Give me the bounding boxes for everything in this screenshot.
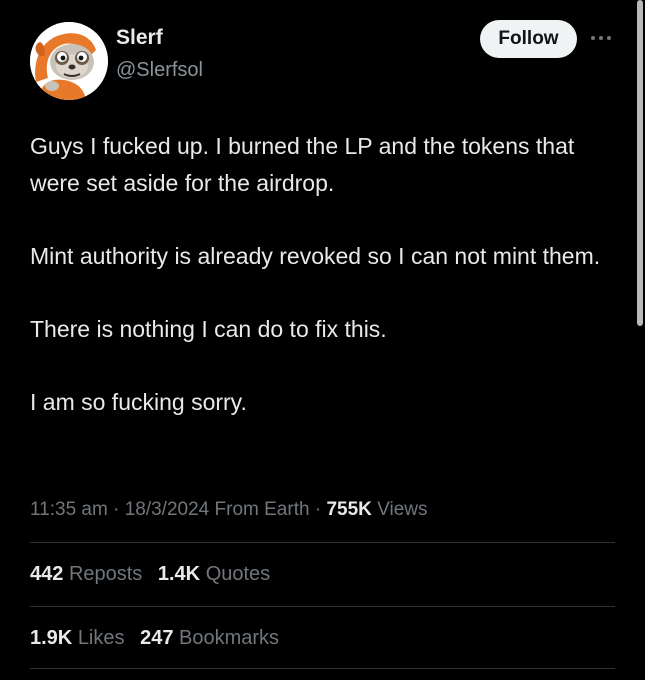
likes-stat[interactable]: 1.9K Likes bbox=[30, 627, 125, 649]
separator: · bbox=[314, 499, 322, 520]
stats-row-likes: 1.9K Likes 247 Bookmarks bbox=[30, 624, 289, 652]
quotes-label: Quotes bbox=[205, 563, 271, 585]
tweet-source: From Earth bbox=[214, 499, 310, 520]
display-name[interactable]: Slerf bbox=[116, 24, 163, 52]
tweet-date[interactable]: 18/3/2024 bbox=[125, 499, 210, 520]
scrollbar[interactable] bbox=[637, 0, 643, 326]
reposts-stat[interactable]: 442 Reposts bbox=[30, 563, 142, 585]
tweet-text: Guys I fucked up. I burned the LP and th… bbox=[30, 128, 628, 457]
divider bbox=[30, 606, 615, 607]
views-label: Views bbox=[377, 499, 428, 520]
bookmarks-stat[interactable]: 247 Bookmarks bbox=[140, 627, 279, 649]
tweet-meta: 11:35 am · 18/3/2024 From Earth · 755K V… bbox=[30, 496, 427, 524]
user-handle[interactable]: @Slerfsol bbox=[116, 56, 203, 84]
avatar[interactable] bbox=[30, 22, 108, 100]
separator: · bbox=[113, 499, 120, 520]
follow-button[interactable]: Follow bbox=[480, 20, 577, 58]
bookmarks-count: 247 bbox=[140, 627, 174, 649]
tweet-paragraph: There is nothing I can do to fix this. bbox=[30, 316, 387, 342]
likes-label: Likes bbox=[77, 627, 125, 649]
tweet-paragraph: I am so fucking sorry. bbox=[30, 389, 247, 415]
quotes-stat[interactable]: 1.4K Quotes bbox=[158, 563, 270, 585]
tweet-paragraph: Guys I fucked up. I burned the LP and th… bbox=[30, 133, 575, 196]
reposts-count: 442 bbox=[30, 563, 64, 585]
divider bbox=[30, 542, 615, 543]
likes-count: 1.9K bbox=[30, 627, 73, 649]
more-dots-icon[interactable] bbox=[589, 33, 613, 43]
bookmarks-label: Bookmarks bbox=[179, 627, 280, 649]
views-count: 755K bbox=[326, 499, 372, 520]
tweet-time[interactable]: 11:35 am bbox=[30, 499, 108, 520]
stats-row-reposts: 442 Reposts 1.4K Quotes bbox=[30, 560, 280, 588]
quotes-count: 1.4K bbox=[157, 563, 201, 585]
sloth-avatar-icon bbox=[30, 22, 108, 100]
tweet-paragraph: Mint authority is already revoked so I c… bbox=[30, 243, 601, 269]
reposts-label: Reposts bbox=[68, 563, 143, 585]
divider bbox=[30, 668, 615, 669]
